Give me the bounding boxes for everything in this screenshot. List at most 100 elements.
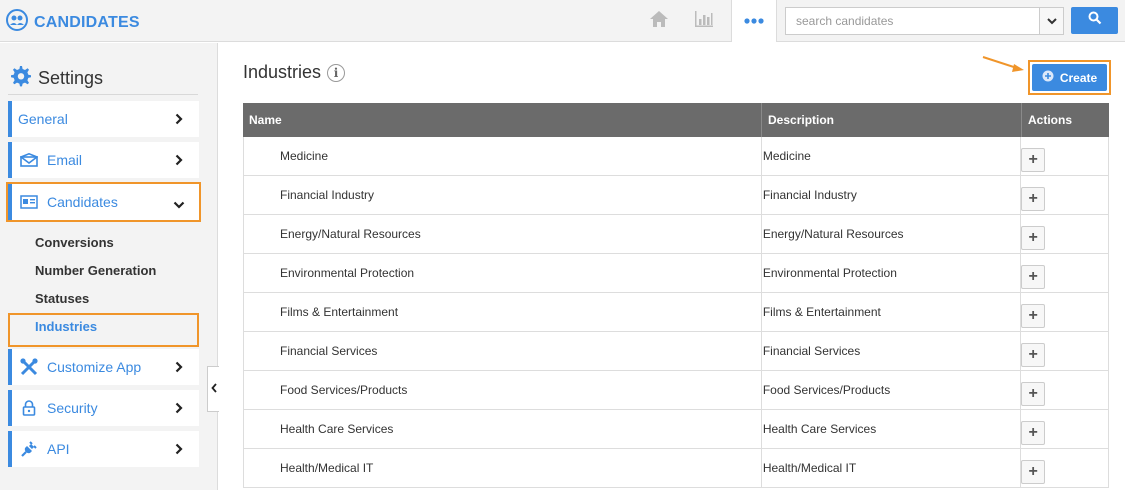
plus-icon: + <box>1028 229 1038 246</box>
cell-description: Medicine <box>762 137 1022 175</box>
column-header-name[interactable]: Name <box>243 103 762 137</box>
cell-description: Food Services/Products <box>762 371 1022 409</box>
plus-icon: + <box>1028 463 1038 480</box>
create-button[interactable]: Create <box>1032 64 1107 91</box>
chevron-right-icon <box>175 112 183 130</box>
cell-actions: + <box>1021 137 1108 175</box>
search-button[interactable] <box>1071 7 1118 34</box>
column-header-description[interactable]: Description <box>762 103 1022 137</box>
cell-description: Financial Industry <box>762 176 1022 214</box>
chevron-right-icon <box>175 401 183 419</box>
table-row[interactable]: Environmental Protection Environmental Pr… <box>243 254 1109 293</box>
sub-item-industries[interactable]: Industries <box>35 319 97 334</box>
table-row[interactable]: Energy/Natural Resources Energy/Natural R… <box>243 215 1109 254</box>
more-icon <box>743 12 765 30</box>
cell-actions: + <box>1021 293 1108 331</box>
table-row[interactable]: Financial Industry Financial Industry + <box>243 176 1109 215</box>
cell-actions: + <box>1021 176 1108 214</box>
cell-name: Financial Industry <box>244 176 762 214</box>
tools-icon <box>20 358 38 376</box>
sidebar-item-email[interactable]: Email <box>8 142 199 178</box>
search-input[interactable] <box>786 8 1038 34</box>
plus-icon: + <box>1028 190 1038 207</box>
envelope-icon <box>20 151 38 169</box>
cell-name: Films & Entertainment <box>244 293 762 331</box>
bar-chart-icon <box>693 9 715 34</box>
row-add-button[interactable]: + <box>1021 421 1046 445</box>
row-description: Food Services/Products <box>762 383 891 397</box>
sidebar-item-security[interactable]: Security <box>8 390 199 426</box>
lock-icon <box>20 399 38 417</box>
sidebar-item-candidates[interactable]: Candidates <box>6 182 201 222</box>
chevron-down-icon <box>173 196 185 214</box>
row-name: Films & Entertainment <box>280 305 399 319</box>
row-name: Energy/Natural Resources <box>280 227 421 241</box>
cell-description: Films & Entertainment <box>762 293 1022 331</box>
row-add-button[interactable]: + <box>1021 226 1046 250</box>
row-description: Medicine <box>762 149 811 163</box>
row-name: Environmental Protection <box>280 266 415 280</box>
table-header: Name Description Actions <box>243 103 1109 137</box>
plus-icon: + <box>1028 307 1038 324</box>
sidebar-item-customize-app[interactable]: Customize App <box>8 349 199 385</box>
row-description: Financial Industry <box>762 188 857 202</box>
sub-item-conversions[interactable]: Conversions <box>35 235 114 250</box>
plus-icon: + <box>1028 151 1038 168</box>
plus-icon: + <box>1028 424 1038 441</box>
more-button[interactable] <box>731 0 777 42</box>
column-header-actions: Actions <box>1028 113 1073 127</box>
table-row[interactable]: Health/Medical IT Health/Medical IT + <box>243 449 1109 488</box>
sub-item-statuses[interactable]: Statuses <box>35 291 89 306</box>
cell-name: Medicine <box>244 137 762 175</box>
row-description: Health/Medical IT <box>762 461 857 475</box>
gear-icon <box>8 64 32 93</box>
home-icon <box>648 9 670 34</box>
sidebar-item-label: General <box>18 111 68 127</box>
chevron-right-icon <box>175 442 183 460</box>
settings-heading: Settings <box>8 63 198 95</box>
table-row[interactable]: Films & Entertainment Films & Entertainme… <box>243 293 1109 332</box>
row-add-button[interactable]: + <box>1021 304 1046 328</box>
row-add-button[interactable]: + <box>1021 148 1046 172</box>
chevron-left-icon <box>210 380 217 398</box>
cell-description: Energy/Natural Resources <box>762 215 1022 253</box>
brand[interactable]: CANDIDATES <box>6 9 140 36</box>
create-button-label: Create <box>1059 70 1098 85</box>
search-dropdown[interactable] <box>1039 8 1063 34</box>
table-row[interactable]: Food Services/Products Food Services/Prod… <box>243 371 1109 410</box>
plus-icon: + <box>1028 385 1038 402</box>
row-name: Health/Medical IT <box>280 461 374 475</box>
cell-name: Food Services/Products <box>244 371 762 409</box>
cell-name: Health/Medical IT <box>244 449 762 487</box>
sidebar-item-label: Security <box>47 400 98 416</box>
table-row[interactable]: Health Care Services Health Care Services… <box>243 410 1109 449</box>
cell-name: Financial Services <box>244 332 762 370</box>
cell-description: Health/Medical IT <box>762 449 1022 487</box>
row-name: Food Services/Products <box>280 383 408 397</box>
row-description: Films & Entertainment <box>762 305 881 319</box>
row-add-button[interactable]: + <box>1021 382 1046 406</box>
sub-item-number-generation[interactable]: Number Generation <box>35 263 156 278</box>
row-name: Financial Industry <box>280 188 375 202</box>
cell-description: Health Care Services <box>762 410 1022 448</box>
info-icon[interactable]: i <box>327 63 346 82</box>
reports-button[interactable] <box>690 0 718 42</box>
row-name: Medicine <box>280 149 329 163</box>
chevron-right-icon <box>175 360 183 378</box>
plug-icon <box>20 440 38 458</box>
table-row[interactable]: Financial Services Financial Services + <box>243 332 1109 371</box>
sidebar-item-general[interactable]: General <box>8 101 199 137</box>
row-add-button[interactable]: + <box>1021 460 1046 484</box>
row-add-button[interactable]: + <box>1021 343 1046 367</box>
sidebar-item-api[interactable]: API <box>8 431 199 467</box>
create-highlight: Create <box>1028 60 1111 95</box>
table-row[interactable]: Medicine Medicine + <box>243 137 1109 176</box>
sidebar-collapse-toggle[interactable] <box>207 366 219 412</box>
row-add-button[interactable]: + <box>1021 187 1046 211</box>
row-add-button[interactable]: + <box>1021 265 1046 289</box>
home-button[interactable] <box>645 0 673 42</box>
row-description: Health Care Services <box>762 422 877 436</box>
app-title: CANDIDATES <box>34 13 140 31</box>
sidebar-item-label: Candidates <box>47 194 118 210</box>
row-description: Financial Services <box>762 344 861 358</box>
